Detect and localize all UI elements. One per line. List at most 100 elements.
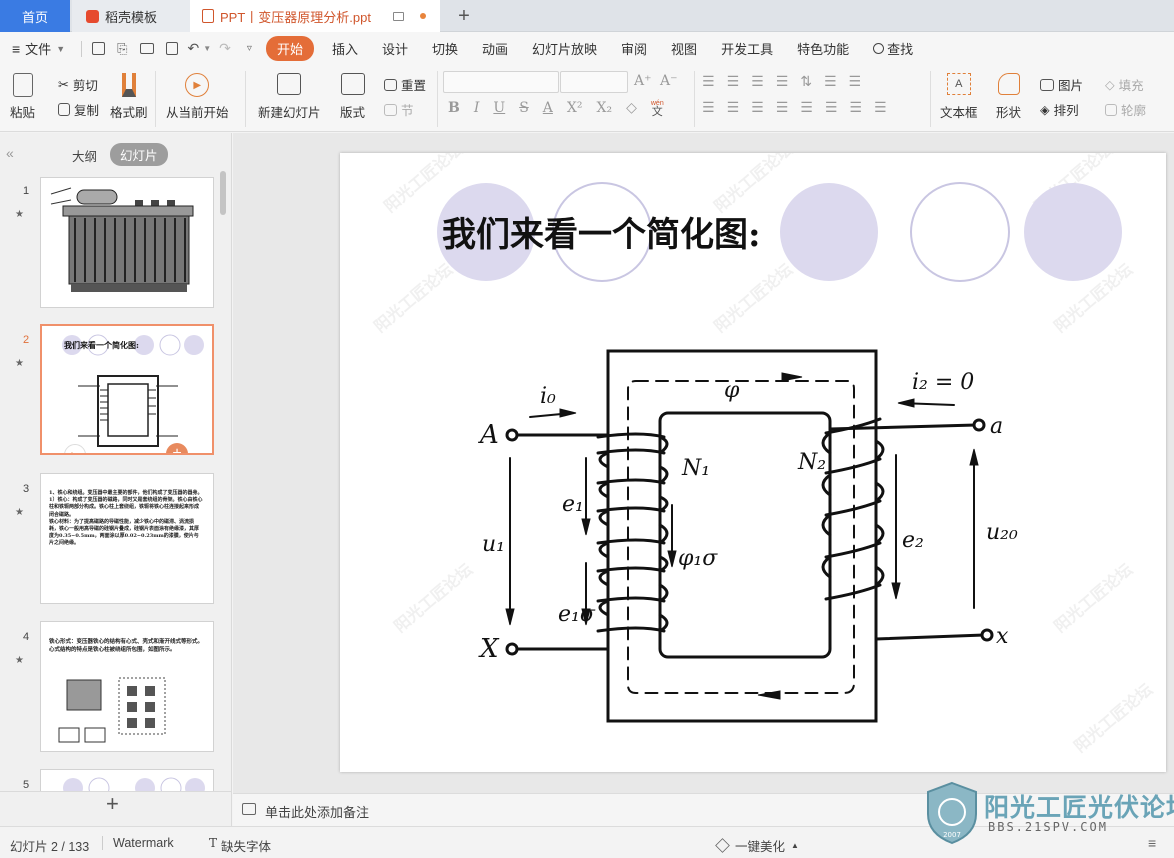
slide-thumbnail-selected[interactable]: 我们来看一个简化图: ▶ +: [40, 324, 214, 455]
save-icon[interactable]: [92, 42, 106, 55]
theme-name[interactable]: Watermark: [113, 836, 174, 850]
paste-button[interactable]: 粘贴: [10, 73, 35, 121]
ribbon-divider: [155, 71, 156, 127]
superscript-icon[interactable]: X²: [567, 100, 583, 116]
customize-icon[interactable]: ▿: [247, 43, 252, 54]
font-color-icon[interactable]: A: [543, 100, 553, 116]
undo-menu-icon[interactable]: ▼: [203, 44, 211, 53]
columns-icon[interactable]: ☰: [825, 99, 838, 116]
slide-thumbnail[interactable]: 1、铁心和绕组。变压器中最主要的部件，他们构成了变压器的器身。 1）铁心：构成了…: [40, 473, 214, 604]
font-shrink-icon[interactable]: A⁻: [660, 73, 678, 89]
cut-button[interactable]: ✂ 剪切: [58, 75, 98, 94]
add-slide-button[interactable]: +: [106, 791, 119, 817]
arrowhead: [505, 608, 515, 626]
tab-outline[interactable]: 大纲: [72, 146, 97, 165]
notes-placeholder[interactable]: 单击此处添加备注: [265, 802, 369, 821]
textbox-icon: A: [946, 73, 971, 95]
lead-x: [874, 633, 986, 641]
brush-icon: [121, 73, 136, 97]
menu-transition[interactable]: 切换: [420, 39, 470, 58]
slide-thumbnail[interactable]: [40, 177, 214, 308]
new-tab-button[interactable]: +: [452, 0, 476, 32]
decrease-indent-icon[interactable]: ☰: [751, 73, 764, 90]
shape-label: 形状: [996, 106, 1022, 120]
deco-circle: [1024, 183, 1122, 281]
textbox-button[interactable]: A 文本框: [940, 73, 978, 121]
slide-thumbnail[interactable]: 铁心形式：变压器铁心的结构有心式、壳式和渐开线式等形式。心式结构的特点是铁心柱被…: [40, 621, 214, 752]
outline-button[interactable]: 轮廓: [1105, 100, 1146, 119]
missing-font-button[interactable]: T 缺失字体: [209, 836, 271, 855]
label-x: x: [996, 624, 1009, 649]
label-N2: N₂: [797, 450, 826, 475]
menu-insert[interactable]: 插入: [320, 39, 370, 58]
underline-icon[interactable]: U: [493, 100, 505, 116]
export-icon[interactable]: ⎘: [117, 41, 127, 57]
print-icon[interactable]: [139, 43, 154, 54]
watermark-text: 阳光工匠论坛: [1050, 560, 1136, 636]
slide-thumbnail[interactable]: [40, 769, 214, 791]
font-size-select[interactable]: [560, 71, 628, 93]
subscript-icon[interactable]: X₂: [597, 100, 613, 116]
line-spacing-icon[interactable]: ☰: [849, 73, 862, 90]
label-phi: φ: [724, 378, 740, 403]
tab-document[interactable]: PPT丨变压器原理分析.ppt: [190, 0, 440, 32]
menu-design[interactable]: 设计: [370, 39, 420, 58]
file-menu[interactable]: ≡ 文件 ▼: [0, 39, 77, 58]
picture-button[interactable]: 图片: [1040, 75, 1083, 94]
tab-home[interactable]: 首页: [0, 0, 70, 32]
shape-button[interactable]: 形状: [996, 73, 1021, 121]
menu-animation[interactable]: 动画: [470, 39, 520, 58]
bullets-icon[interactable]: ☰: [702, 73, 715, 90]
menu-view[interactable]: 视图: [659, 39, 709, 58]
distribute-icon[interactable]: ☰: [800, 99, 813, 116]
menu-features[interactable]: 特色功能: [785, 39, 861, 58]
play-from-current-button[interactable]: ▶ 从当前开始: [166, 73, 229, 121]
strikethrough-icon[interactable]: S: [519, 100, 529, 116]
panel-scrollbar[interactable]: [220, 171, 226, 215]
numbering-icon[interactable]: ☰: [727, 73, 740, 90]
ribbon-toolbar: 粘贴 ✂ 剪切 复制 格式刷 ▶ 从当前开始 新建幻灯片 版式 重置 节 A⁺ …: [0, 65, 1174, 132]
arrange-button[interactable]: ◈ 排列: [1040, 100, 1079, 119]
para-settings-icon[interactable]: ☰: [874, 99, 887, 116]
logo-shield: 2007: [927, 781, 977, 845]
beautify-button[interactable]: 一键美化 ▲: [715, 836, 799, 855]
align-center-icon[interactable]: ☰: [727, 99, 740, 116]
fill-button[interactable]: ◇ 填充: [1105, 75, 1144, 94]
search-label: 查找: [887, 42, 914, 57]
layout-button[interactable]: 版式: [340, 73, 365, 121]
reset-icon: [384, 78, 397, 91]
align-text-icon[interactable]: ☰: [824, 73, 837, 90]
core-figure: [58, 677, 166, 743]
italic-icon[interactable]: I: [474, 100, 480, 116]
tab-slides[interactable]: 幻灯片: [110, 143, 168, 166]
para-spacing-icon[interactable]: ☰: [849, 99, 862, 116]
eraser-icon[interactable]: ◇: [626, 100, 637, 116]
undo-icon[interactable]: ↶: [188, 40, 200, 57]
slide-editor[interactable]: 阳光工匠论坛 阳光工匠论坛 阳光工匠论坛 阳光工匠论坛 阳光工匠论坛 阳光工匠论…: [340, 140, 1166, 772]
menu-start[interactable]: 开始: [265, 36, 314, 61]
justify-icon[interactable]: ☰: [776, 99, 789, 116]
section-button[interactable]: 节: [384, 100, 414, 119]
bold-icon[interactable]: B: [448, 100, 460, 116]
font-grow-icon[interactable]: A⁺: [634, 73, 652, 89]
tab-template[interactable]: 稻壳模板: [72, 0, 190, 32]
menu-developer[interactable]: 开发工具: [709, 39, 785, 58]
font-name-select[interactable]: [443, 71, 559, 93]
pinyin-guide-icon[interactable]: wén 文: [651, 100, 664, 118]
align-left-icon[interactable]: ☰: [702, 99, 715, 116]
menu-slideshow[interactable]: 幻灯片放映: [520, 39, 609, 58]
copy-button[interactable]: 复制: [58, 100, 99, 119]
align-right-icon[interactable]: ☰: [751, 99, 764, 116]
collapse-panel-icon[interactable]: «: [6, 145, 14, 161]
menu-review[interactable]: 审阅: [609, 39, 659, 58]
window-icon[interactable]: [393, 11, 404, 21]
preview-icon[interactable]: [165, 42, 178, 55]
format-painter-button[interactable]: 格式刷: [110, 73, 148, 121]
increase-indent-icon[interactable]: ☰: [776, 73, 789, 90]
redo-icon[interactable]: ↷: [219, 40, 231, 57]
reset-button[interactable]: 重置: [384, 75, 426, 94]
search-button[interactable]: 查找: [861, 39, 925, 58]
arrowhead: [581, 518, 591, 536]
new-slide-button[interactable]: 新建幻灯片: [258, 73, 321, 121]
text-direction-icon[interactable]: ⇅: [800, 73, 812, 90]
